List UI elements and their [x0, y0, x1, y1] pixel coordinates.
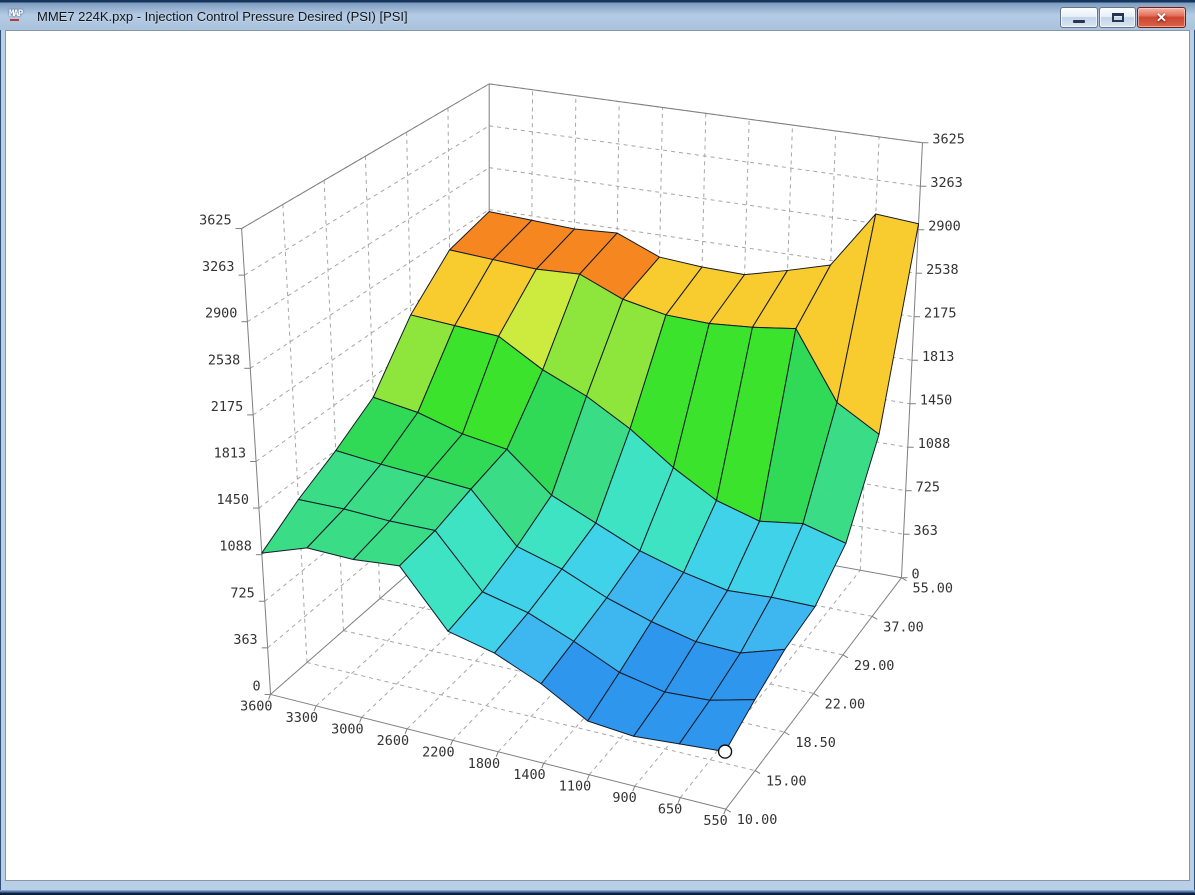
- window-title: MME7 224K.pxp - Injection Control Pressu…: [37, 9, 408, 24]
- surface-chart[interactable]: 0036336372572510881088145014501813181321…: [6, 31, 1189, 880]
- svg-text:363: 363: [914, 523, 938, 539]
- svg-text:0: 0: [252, 678, 260, 694]
- svg-text:2200: 2200: [422, 744, 454, 760]
- svg-text:15.00: 15.00: [766, 774, 807, 790]
- svg-text:550: 550: [703, 813, 727, 829]
- svg-text:22.00: 22.00: [825, 696, 866, 712]
- svg-text:1813: 1813: [922, 349, 954, 365]
- svg-text:1088: 1088: [918, 436, 950, 452]
- svg-text:37.00: 37.00: [883, 619, 924, 635]
- svg-text:1400: 1400: [513, 767, 545, 783]
- svg-text:10.00: 10.00: [737, 812, 778, 828]
- svg-text:2538: 2538: [208, 352, 240, 368]
- window-controls: ✕: [1060, 7, 1186, 28]
- app-icon[interactable]: MAP: [9, 8, 31, 24]
- chart-area[interactable]: 0036336372572510881088145014501813181321…: [5, 30, 1190, 881]
- svg-text:1813: 1813: [214, 445, 246, 461]
- close-icon: ✕: [1156, 11, 1167, 24]
- svg-text:2175: 2175: [924, 306, 956, 322]
- svg-text:2175: 2175: [211, 399, 243, 415]
- close-button[interactable]: ✕: [1137, 7, 1186, 28]
- svg-text:3300: 3300: [286, 710, 318, 726]
- svg-text:3263: 3263: [930, 175, 962, 191]
- svg-text:3625: 3625: [932, 132, 964, 148]
- svg-text:1088: 1088: [219, 539, 251, 555]
- maximize-icon: [1112, 13, 1124, 22]
- svg-text:1100: 1100: [559, 779, 591, 795]
- maximize-button[interactable]: [1099, 7, 1136, 28]
- svg-text:1450: 1450: [920, 393, 952, 409]
- svg-text:650: 650: [658, 802, 682, 818]
- svg-text:1800: 1800: [468, 756, 500, 772]
- svg-text:725: 725: [916, 480, 940, 496]
- titlebar[interactable]: MAP MME7 224K.pxp - Injection Control Pr…: [0, 0, 1195, 30]
- app-icon-text: MAP: [9, 9, 22, 19]
- svg-text:725: 725: [230, 585, 254, 601]
- app-icon-red-bar: [10, 19, 19, 21]
- svg-text:3625: 3625: [199, 213, 231, 229]
- surface-mesh[interactable]: [262, 212, 919, 752]
- svg-text:3000: 3000: [331, 721, 363, 737]
- svg-text:1450: 1450: [217, 492, 249, 508]
- svg-text:900: 900: [612, 790, 636, 806]
- window-bottom-border: [0, 890, 1195, 895]
- minimize-button[interactable]: [1060, 7, 1098, 28]
- svg-text:2538: 2538: [926, 262, 958, 278]
- minimize-icon: [1073, 20, 1085, 23]
- svg-text:55.00: 55.00: [912, 581, 953, 597]
- svg-text:18.50: 18.50: [795, 735, 836, 751]
- svg-text:3600: 3600: [240, 698, 272, 714]
- selected-cell-marker[interactable]: [719, 745, 732, 758]
- svg-text:29.00: 29.00: [854, 658, 895, 674]
- svg-text:2900: 2900: [928, 219, 960, 235]
- svg-text:2600: 2600: [377, 733, 409, 749]
- app-window: MAP MME7 224K.pxp - Injection Control Pr…: [0, 0, 1195, 895]
- svg-text:3263: 3263: [202, 259, 234, 275]
- svg-text:2900: 2900: [205, 306, 237, 322]
- svg-text:363: 363: [233, 632, 257, 648]
